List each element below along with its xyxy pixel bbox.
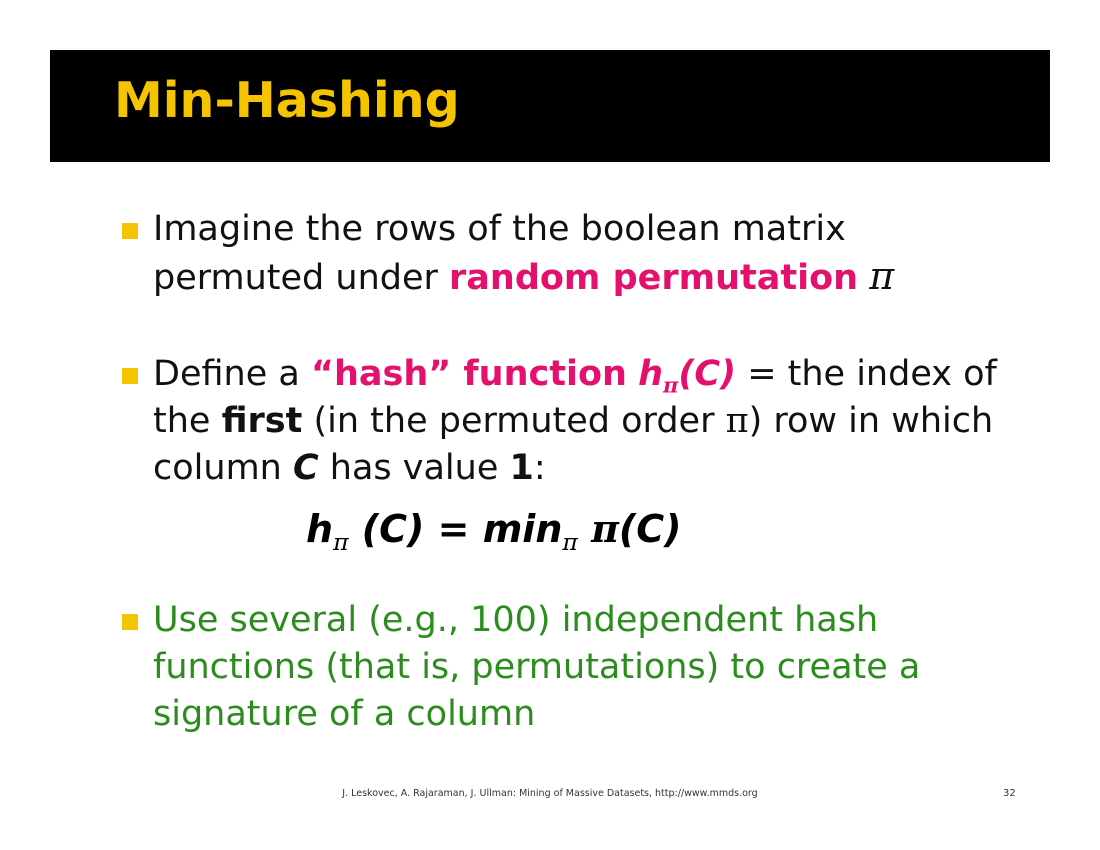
bullet1-pi: π	[869, 254, 895, 298]
formula-pi: π	[591, 506, 619, 551]
bullet-hash-function: Define a “hash” function hπ(C) = the ind…	[122, 351, 1023, 492]
bullet2-pi: π	[725, 401, 749, 441]
min-hash-formula: hπ (C) = minπ π(C)	[306, 505, 682, 557]
bullet-signature: Use several (e.g., 100) independent hash…	[122, 597, 1023, 738]
bullet2-sub-pi: π	[663, 372, 679, 398]
bullet-square-icon	[122, 614, 138, 630]
formula-rhs: (C)	[618, 507, 682, 551]
bullet2-arg: (C)	[678, 354, 737, 394]
formula-lhs: (C) = min	[348, 507, 563, 551]
bullet2-colon: :	[533, 448, 546, 488]
slide: Min-Hashing Imagine the rows of the bool…	[0, 0, 1100, 850]
footer-citation: J. Leskovec, A. Rajaraman, J. Ullman: Mi…	[342, 788, 758, 799]
bullet-square-icon	[122, 368, 138, 384]
formula-sub2: π	[562, 528, 578, 557]
formula-h: h	[306, 507, 334, 551]
bullet1-line1: Imagine the rows of the boolean matrix	[153, 209, 846, 249]
bullet2-pre: Define a	[153, 354, 311, 394]
bullet2-first: first	[221, 401, 303, 441]
bullet2-col: C	[292, 448, 319, 488]
title-bar: Min-Hashing	[50, 50, 1050, 162]
bullet2-one: 1	[509, 448, 534, 488]
formula-space	[578, 507, 591, 551]
bullet2-mid3: has value	[318, 448, 510, 488]
bullet2-h: h	[638, 354, 663, 394]
bullet-square-icon	[122, 223, 138, 239]
bullet1-line2-pre: permuted under	[153, 258, 450, 298]
bullet1-highlight: random permutation	[449, 258, 859, 298]
bullet-random-permutation: Imagine the rows of the boolean matrix p…	[122, 206, 1023, 302]
bullet2-mid: (in the permuted order	[302, 401, 726, 441]
page-number: 32	[1003, 788, 1016, 799]
bullet2-hash-quoted: “hash” function	[310, 354, 627, 394]
slide-title: Min-Hashing	[114, 72, 460, 129]
formula-sub1: π	[333, 528, 349, 557]
bullet3-text: Use several (e.g., 100) independent hash…	[153, 600, 921, 734]
